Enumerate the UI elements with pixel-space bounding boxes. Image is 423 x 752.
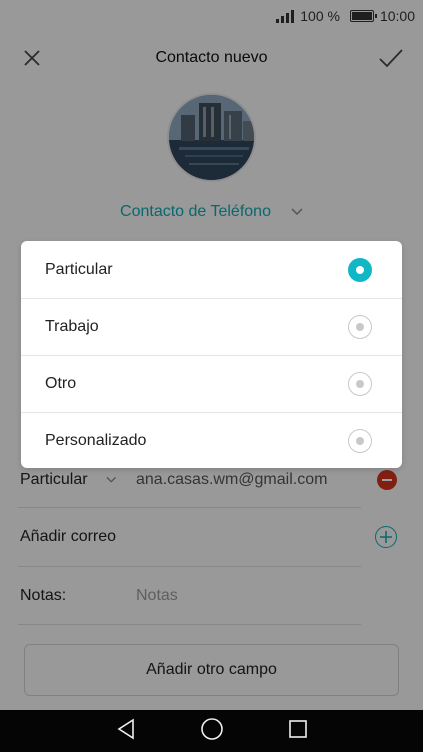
option-label: Particular [45, 260, 113, 278]
recents-icon[interactable] [288, 719, 308, 744]
radio-unselected-icon[interactable] [348, 372, 372, 396]
contact-editor-screen: 100 % 10:00 Contacto nuevo Contacto de T… [0, 0, 423, 710]
home-icon[interactable] [200, 717, 224, 746]
option-personalizado[interactable]: Personalizado [21, 412, 402, 468]
radio-selected-icon[interactable] [348, 258, 372, 282]
option-label: Trabajo [45, 317, 99, 335]
radio-unselected-icon[interactable] [348, 429, 372, 453]
type-picker-dialog: Particular Trabajo Otro Personalizado [21, 241, 402, 468]
system-nav-bar [0, 710, 423, 752]
option-label: Otro [45, 374, 77, 392]
back-icon[interactable] [116, 718, 136, 745]
option-trabajo[interactable]: Trabajo [21, 298, 402, 355]
option-otro[interactable]: Otro [21, 355, 402, 412]
radio-unselected-icon[interactable] [348, 315, 372, 339]
option-label: Personalizado [45, 431, 147, 449]
option-particular[interactable]: Particular [21, 241, 402, 298]
